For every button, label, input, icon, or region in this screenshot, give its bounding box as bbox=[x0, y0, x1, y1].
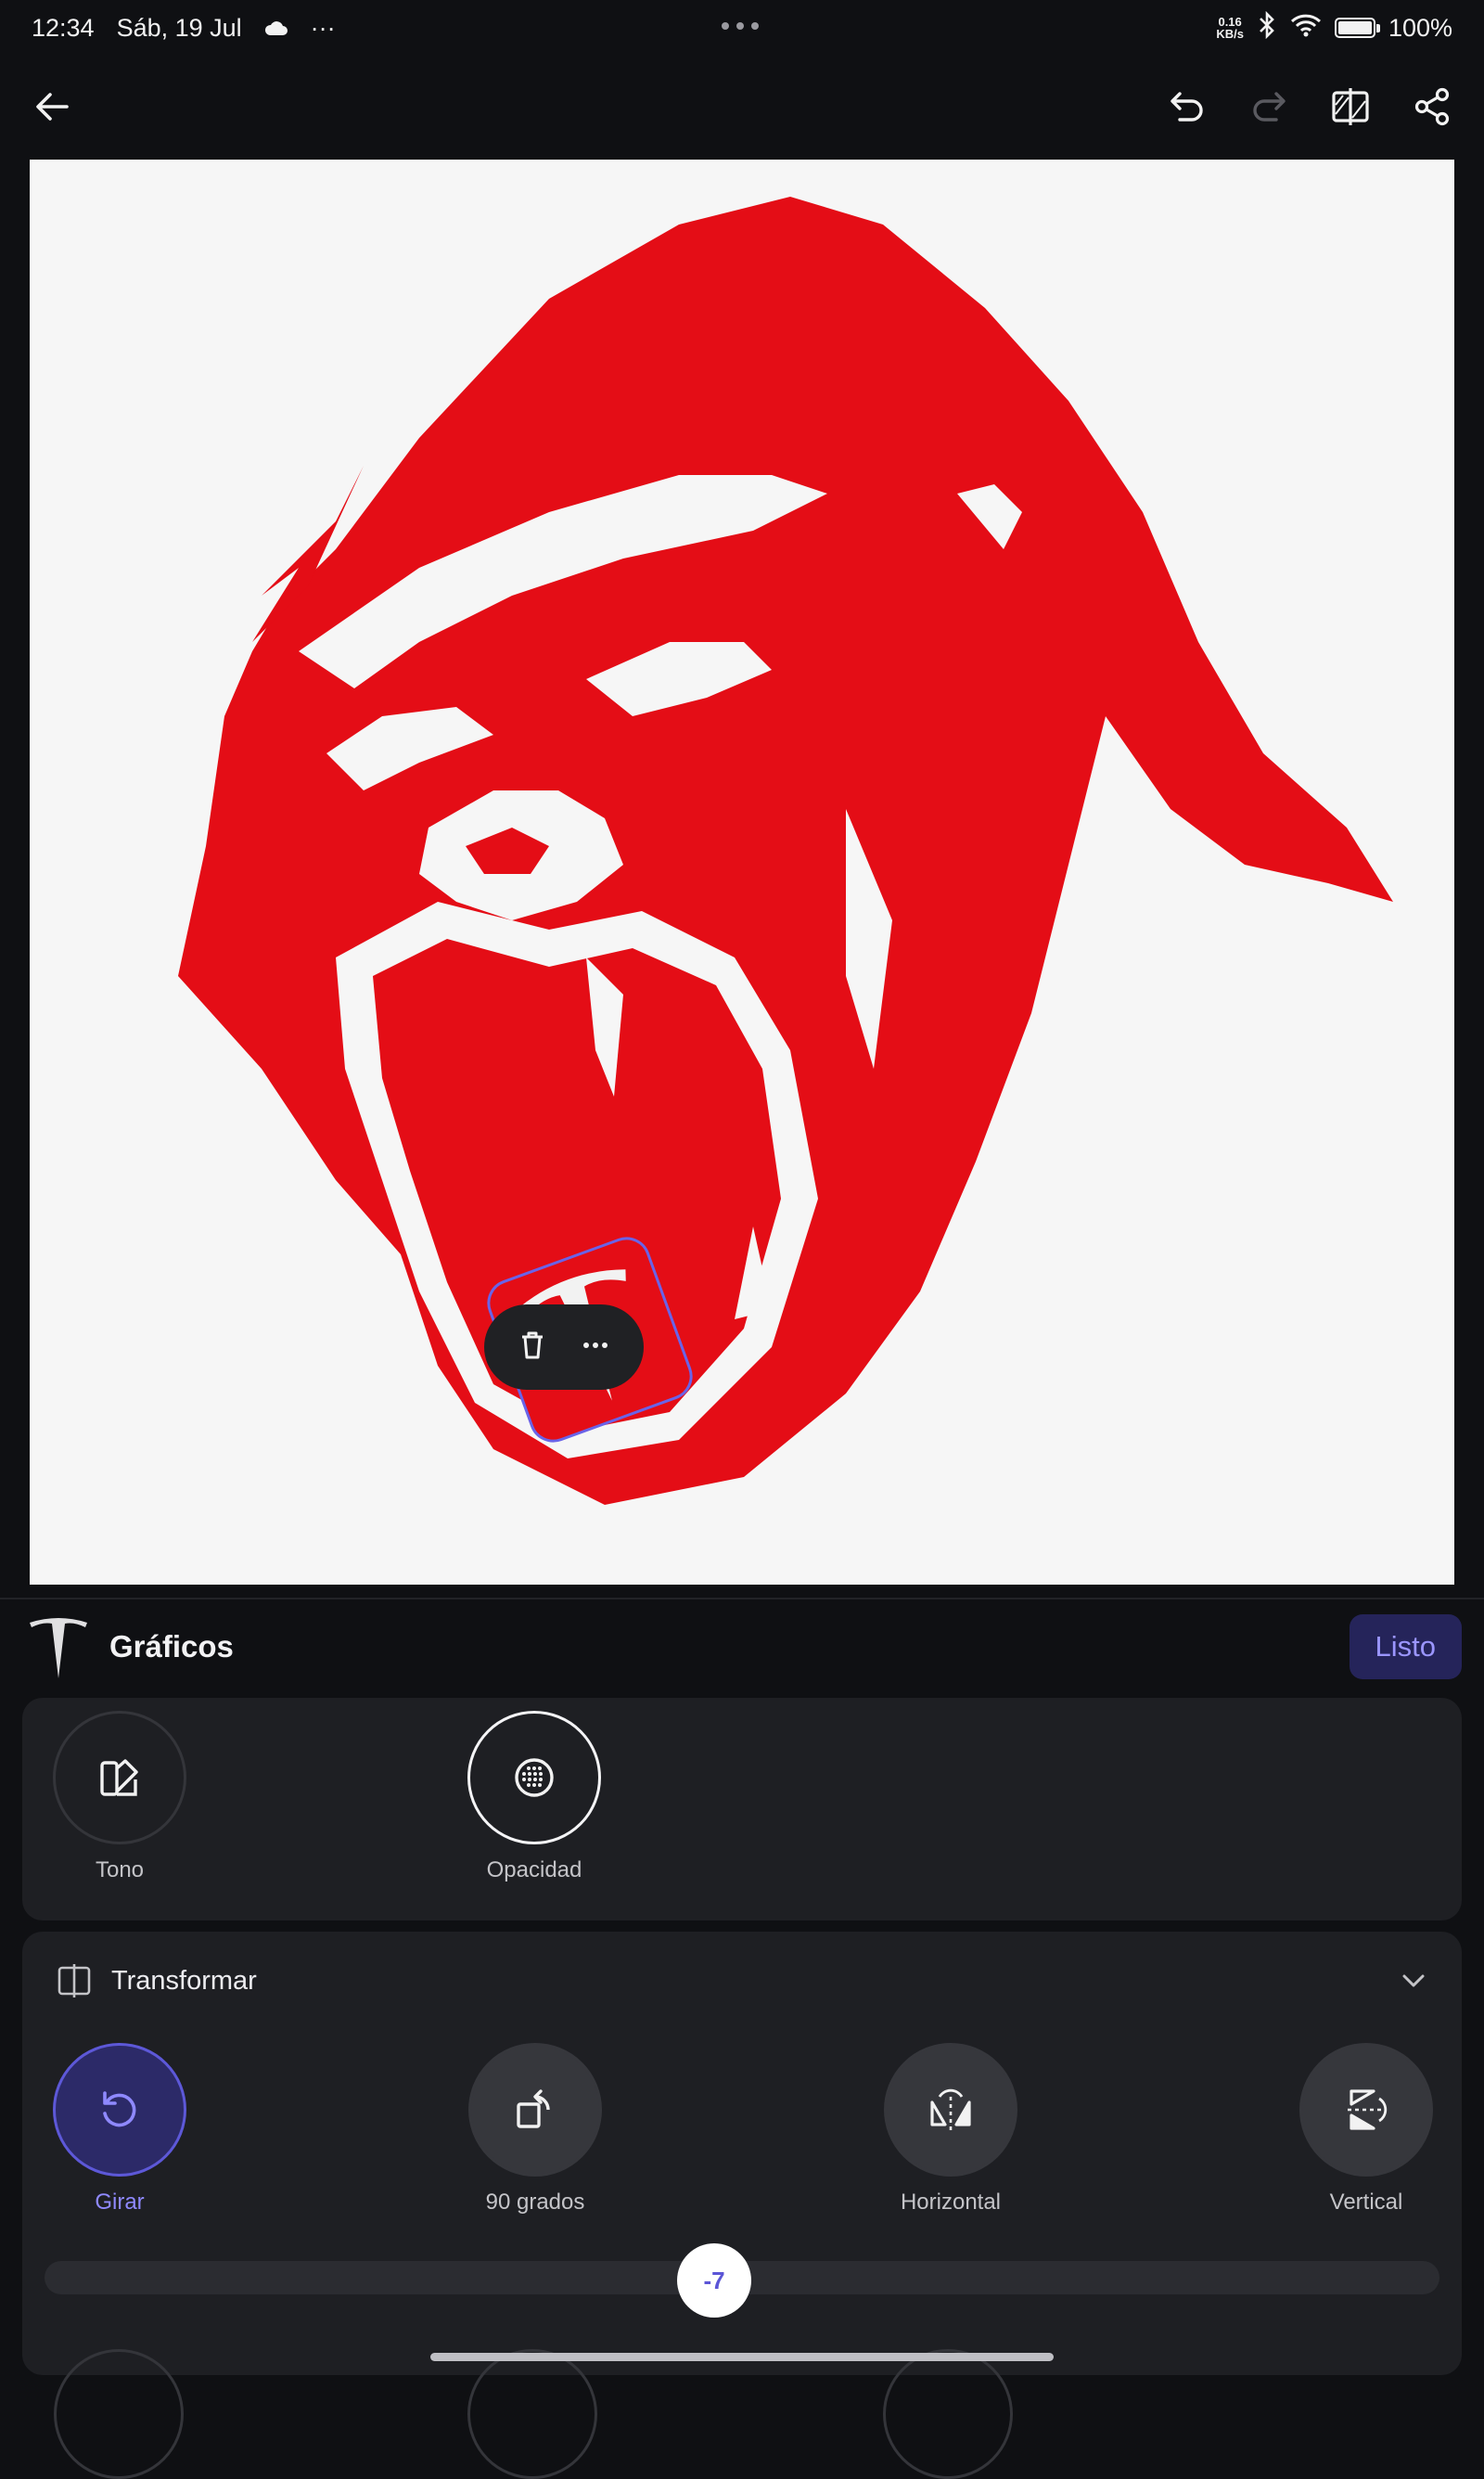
bluetooth-icon bbox=[1257, 10, 1277, 45]
share-button[interactable] bbox=[1404, 79, 1460, 135]
opacity-tool[interactable]: Opacidad bbox=[455, 1711, 613, 1883]
sticker-context-menu bbox=[484, 1304, 644, 1390]
net-speed: 0.16 KB/s bbox=[1216, 16, 1244, 40]
home-indicator[interactable] bbox=[430, 2353, 1054, 2361]
rotate-tool[interactable]: Girar bbox=[41, 2043, 198, 2216]
tone-icon bbox=[100, 1759, 138, 1796]
compare-button[interactable] bbox=[1323, 79, 1378, 135]
done-button[interactable]: Listo bbox=[1349, 1614, 1462, 1679]
status-more: ··· bbox=[310, 13, 336, 42]
undo-icon bbox=[1171, 92, 1203, 122]
status-bar: 12:34 Sáb, 19 Jul ··· 0.16 KB/s 100% bbox=[0, 0, 1484, 56]
rotate-label: Girar bbox=[95, 2190, 145, 2215]
top-app-bar bbox=[0, 65, 1484, 148]
status-time: 12:34 bbox=[32, 13, 95, 42]
sheet-title: Gráficos bbox=[109, 1629, 234, 1663]
flip-horizontal-label: Horizontal bbox=[900, 2190, 1002, 2215]
chevron-down-icon[interactable] bbox=[1393, 1960, 1434, 2001]
battery-icon bbox=[1334, 18, 1380, 38]
delete-button[interactable] bbox=[515, 1328, 550, 1368]
wifi-icon bbox=[1290, 13, 1322, 44]
next-tool-row-item[interactable] bbox=[467, 2349, 597, 2479]
rotation-slider-thumb[interactable]: -7 bbox=[677, 2243, 751, 2318]
compare-icon bbox=[1332, 88, 1369, 125]
adjust-card: Tono Opacidad bbox=[22, 1698, 1462, 1920]
rotate-icon bbox=[103, 2091, 136, 2127]
more-horizontal-icon bbox=[583, 1342, 608, 1348]
undo-button[interactable] bbox=[1159, 79, 1215, 135]
redo-icon bbox=[1253, 92, 1286, 122]
net-speed-unit: KB/s bbox=[1216, 27, 1244, 41]
more-button[interactable] bbox=[578, 1328, 613, 1368]
tesla-logo-icon bbox=[30, 1618, 87, 1678]
rotate-90-tool[interactable]: 90 grados bbox=[456, 2043, 614, 2216]
share-icon bbox=[1414, 87, 1450, 126]
next-tool-row-item[interactable] bbox=[54, 2349, 184, 2479]
flip-horizontal-tool[interactable]: Horizontal bbox=[872, 2043, 1030, 2216]
battery-level: 100% bbox=[1388, 13, 1452, 42]
opacity-label: Opacidad bbox=[486, 1857, 582, 1882]
redo-button[interactable] bbox=[1241, 79, 1297, 135]
transform-header[interactable]: Transformar bbox=[54, 1954, 1434, 2008]
rotate-90-icon bbox=[517, 2089, 550, 2128]
status-date: Sáb, 19 Jul bbox=[116, 13, 242, 42]
trash-icon bbox=[522, 1331, 543, 1358]
next-tool-row-item[interactable] bbox=[883, 2349, 1013, 2479]
back-arrow-icon bbox=[36, 93, 69, 121]
sheet-header: Gráficos Listo bbox=[0, 1598, 1484, 1694]
transform-title: Transformar bbox=[111, 1965, 257, 1996]
flip-vertical-icon bbox=[1348, 2089, 1388, 2130]
opacity-icon bbox=[515, 1758, 554, 1797]
image-canvas[interactable] bbox=[30, 160, 1454, 1585]
cloud-icon bbox=[264, 14, 288, 43]
gorilla-artwork bbox=[178, 197, 1393, 1505]
transform-icon bbox=[58, 1964, 91, 1997]
multitask-handle[interactable] bbox=[722, 22, 759, 30]
tone-label: Tono bbox=[95, 1857, 145, 1882]
rotate-90-label: 90 grados bbox=[485, 2190, 585, 2215]
flip-vertical-tool[interactable]: Vertical bbox=[1287, 2043, 1445, 2216]
tone-tool[interactable]: Tono bbox=[41, 1711, 198, 1883]
transform-card: Transformar Girar 90 grados Horizontal V… bbox=[22, 1932, 1462, 2479]
back-button[interactable] bbox=[24, 79, 80, 135]
flip-horizontal-icon bbox=[930, 2088, 971, 2130]
flip-vertical-label: Vertical bbox=[1329, 2190, 1403, 2215]
